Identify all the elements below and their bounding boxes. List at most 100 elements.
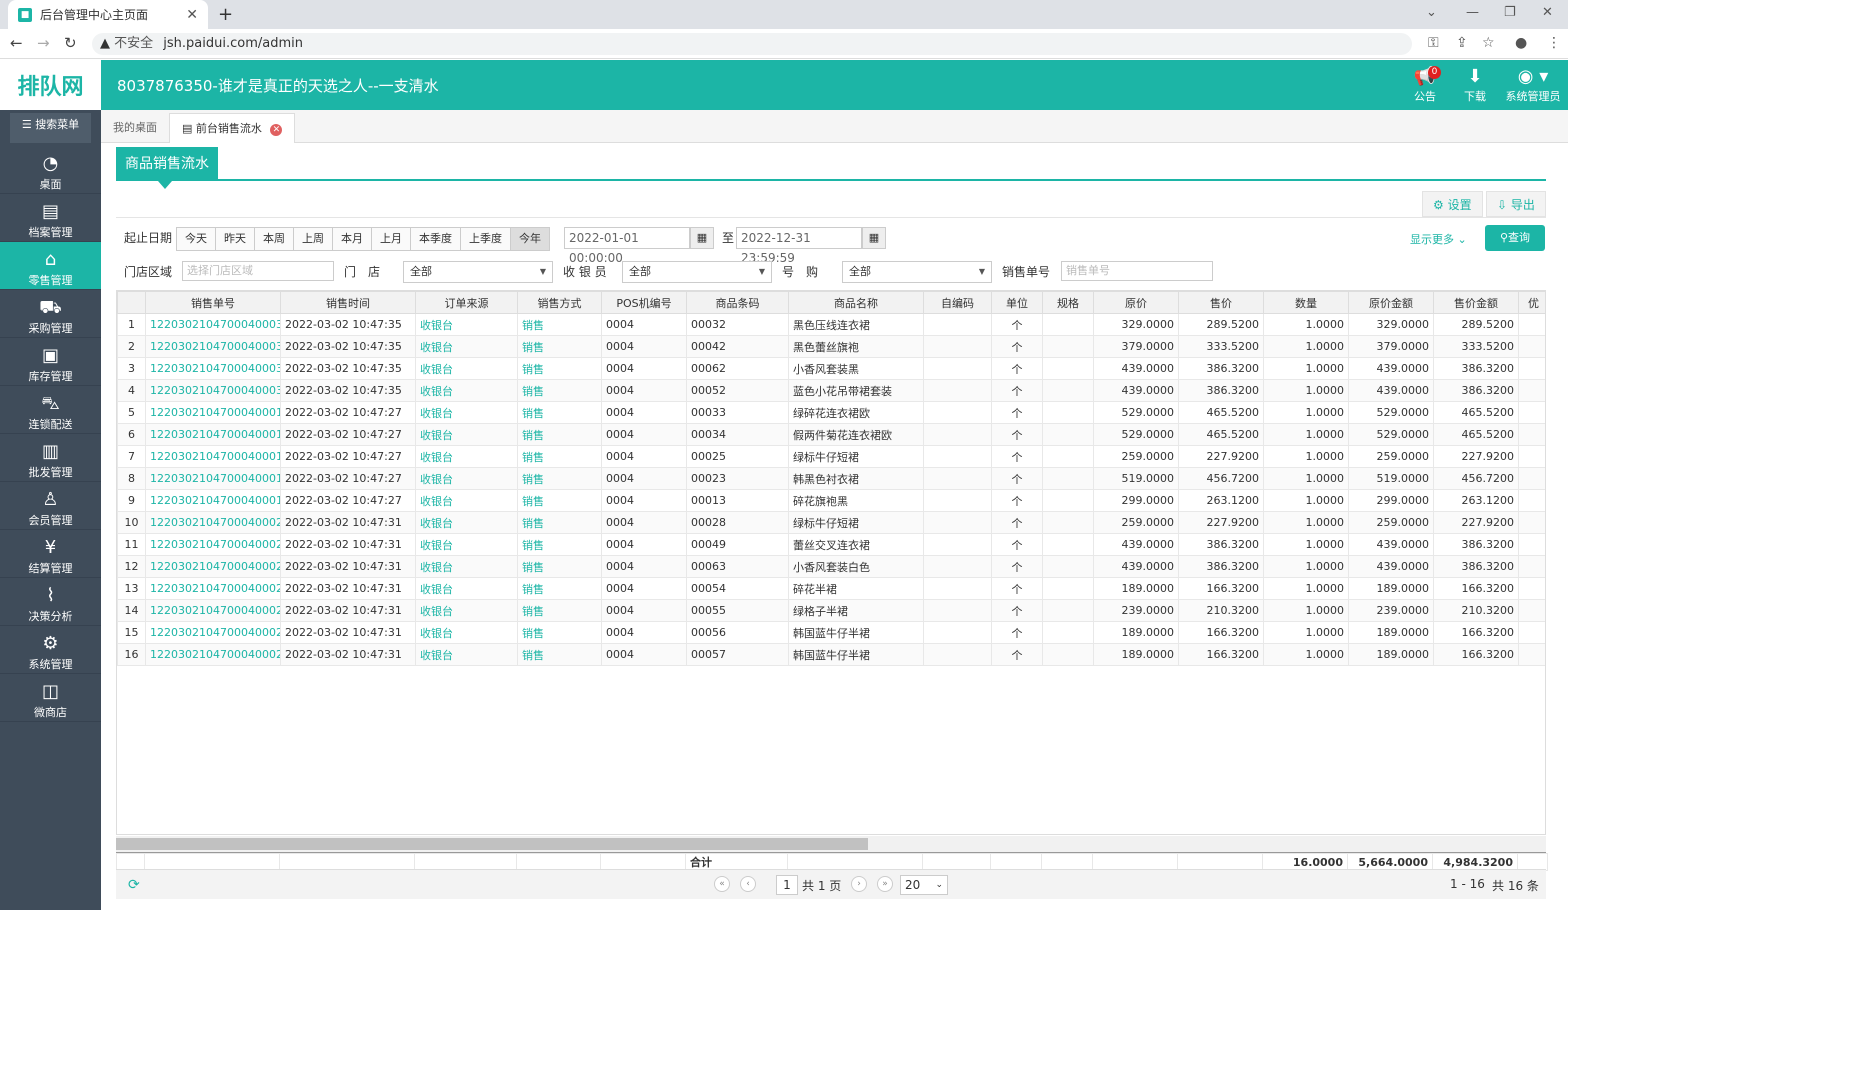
cell-order-no[interactable]: 1220302104700040002 xyxy=(145,511,281,534)
first-page-icon[interactable]: « xyxy=(714,876,730,892)
page-input[interactable]: 1 xyxy=(776,875,798,895)
star-icon[interactable]: ☆ xyxy=(1482,35,1495,51)
cell-sale-method[interactable]: 销售 xyxy=(517,313,602,336)
cell-order-source[interactable]: 收银台 xyxy=(415,401,518,424)
calendar-icon[interactable]: ▦ xyxy=(862,227,886,249)
cell-sale-method[interactable]: 销售 xyxy=(517,401,602,424)
cell-order-source[interactable]: 收银台 xyxy=(415,445,518,468)
column-header-custom-code[interactable]: 自编码 xyxy=(923,291,992,314)
column-header-unit[interactable]: 单位 xyxy=(991,291,1043,314)
settings-button[interactable]: ⚙ 设置 xyxy=(1422,191,1483,217)
cell-sale-method[interactable]: 销售 xyxy=(517,467,602,490)
sidebar-item-analysis[interactable]: ⌇ 决策分析 xyxy=(0,578,101,626)
close-tab-icon[interactable]: ✕ xyxy=(270,124,283,136)
cell-sale-method[interactable]: 销售 xyxy=(517,643,602,666)
cell-sale-method[interactable]: 销售 xyxy=(517,445,602,468)
column-header-spec[interactable]: 规格 xyxy=(1042,291,1094,314)
share-icon[interactable]: ⇪ xyxy=(1456,35,1468,51)
table-row[interactable]: 2 1220302104700040003 2022-03-02 10:47:35 收… xyxy=(117,335,1545,358)
download-button[interactable]: ⬇ 下载 xyxy=(1445,66,1505,104)
key-icon[interactable]: ⚿ xyxy=(1428,35,1439,51)
cell-order-no[interactable]: 1220302104700040002 xyxy=(145,533,281,556)
cell-sale-method[interactable]: 销售 xyxy=(517,511,602,534)
cell-sale-method[interactable]: 销售 xyxy=(517,533,602,556)
table-row[interactable]: 12 1220302104700040002 2022-03-02 10:47:31… xyxy=(117,555,1545,578)
table-row[interactable]: 10 1220302104700040002 2022-03-02 10:47:31… xyxy=(117,511,1545,534)
cell-order-no[interactable]: 1220302104700040001 xyxy=(145,423,281,446)
browser-tab[interactable]: ■ 后台管理中心主页面 ✕ xyxy=(8,0,208,29)
new-tab-icon[interactable]: + xyxy=(218,4,233,25)
column-header-pos-no[interactable]: POS机编号 xyxy=(601,291,687,314)
table-row[interactable]: 3 1220302104700040003 2022-03-02 10:47:35 收… xyxy=(117,357,1545,380)
sidebar-item-desktop[interactable]: ◔ 桌面 xyxy=(0,146,101,194)
column-header-row-number[interactable] xyxy=(117,291,146,314)
table-row[interactable]: 7 1220302104700040001 2022-03-02 10:47:27 收… xyxy=(117,445,1545,468)
sidebar-item-system[interactable]: ⚙ 系统管理 xyxy=(0,626,101,674)
cell-order-source[interactable]: 收银台 xyxy=(415,599,518,622)
cell-order-no[interactable]: 1220302104700040002 xyxy=(145,621,281,644)
cell-order-source[interactable]: 收银台 xyxy=(415,577,518,600)
more-menu-icon[interactable]: ⋮ xyxy=(1547,35,1561,51)
period-last-quarter[interactable]: 上季度 xyxy=(461,228,511,250)
cell-order-source[interactable]: 收银台 xyxy=(415,379,518,402)
cell-order-source[interactable]: 收银台 xyxy=(415,423,518,446)
column-header-barcode[interactable]: 商品条码 xyxy=(686,291,789,314)
cell-order-no[interactable]: 1220302104700040002 xyxy=(145,599,281,622)
column-header-sale-amount[interactable]: 售价金额 xyxy=(1433,291,1519,314)
cell-order-no[interactable]: 1220302104700040001 xyxy=(145,489,281,512)
date-to-input[interactable]: 2022-12-31 23:59:59 xyxy=(736,227,862,265)
period-last-week[interactable]: 上周 xyxy=(294,228,333,250)
purchase-select[interactable]: 全部 ▼ xyxy=(842,261,992,283)
table-row[interactable]: 8 1220302104700040001 2022-03-02 10:47:27 收… xyxy=(117,467,1545,490)
cell-order-source[interactable]: 收银台 xyxy=(415,467,518,490)
sidebar-item-microstore[interactable]: ◫ 微商店 xyxy=(0,674,101,722)
next-page-icon[interactable]: › xyxy=(851,876,867,892)
cell-order-source[interactable]: 收银台 xyxy=(415,555,518,578)
column-header-sale-price[interactable]: 售价 xyxy=(1178,291,1264,314)
tab-sales-flow[interactable]: ▤ 前台销售流水 ✕ xyxy=(169,113,296,143)
query-button[interactable]: ⚲查询 xyxy=(1485,225,1545,251)
cell-sale-method[interactable]: 销售 xyxy=(517,555,602,578)
table-row[interactable]: 13 1220302104700040002 2022-03-02 10:47:31… xyxy=(117,577,1545,600)
table-row[interactable]: 15 1220302104700040002 2022-03-02 10:47:31… xyxy=(117,621,1545,644)
period-this-month[interactable]: 本月 xyxy=(333,228,372,250)
period-this-year[interactable]: 今年 xyxy=(511,228,549,250)
period-last-month[interactable]: 上月 xyxy=(372,228,411,250)
column-header-discount[interactable]: 优 xyxy=(1518,291,1545,314)
cell-order-source[interactable]: 收银台 xyxy=(415,357,518,380)
cell-order-no[interactable]: 1220302104700040003 xyxy=(145,379,281,402)
show-more-link[interactable]: 显示更多 ⌄ xyxy=(1410,231,1467,247)
cell-order-no[interactable]: 1220302104700040001 xyxy=(145,467,281,490)
close-icon[interactable]: ✕ xyxy=(186,7,198,23)
table-row[interactable]: 14 1220302104700040002 2022-03-02 10:47:31… xyxy=(117,599,1545,622)
url-field[interactable]: ▲ 不安全 jsh.paidui.com/admin xyxy=(92,33,1412,55)
sidebar-item-member[interactable]: ♙ 会员管理 xyxy=(0,482,101,530)
table-row[interactable]: 5 1220302104700040001 2022-03-02 10:47:27 收… xyxy=(117,401,1545,424)
cell-order-no[interactable]: 1220302104700040003 xyxy=(145,313,281,336)
chevron-down-icon[interactable]: ⌄ xyxy=(1426,5,1437,20)
back-icon[interactable]: ← xyxy=(10,34,23,52)
sidebar-item-purchase[interactable]: ⛟ 采购管理 xyxy=(0,290,101,338)
tab-my-desktop[interactable]: 我的桌面 xyxy=(101,113,169,143)
column-header-original-price[interactable]: 原价 xyxy=(1093,291,1179,314)
cashier-select[interactable]: 全部 ▼ xyxy=(622,261,772,283)
search-menu-button[interactable]: ☰ 搜索菜单 xyxy=(10,113,91,143)
table-row[interactable]: 11 1220302104700040002 2022-03-02 10:47:31… xyxy=(117,533,1545,556)
reload-icon[interactable]: ↻ xyxy=(64,34,77,52)
cell-order-no[interactable]: 1220302104700040001 xyxy=(145,401,281,424)
date-from-input[interactable]: 2022-01-01 00:00:00 xyxy=(564,227,690,265)
refresh-icon[interactable]: ⟳ xyxy=(128,877,140,893)
table-row[interactable]: 9 1220302104700040001 2022-03-02 10:47:27 收… xyxy=(117,489,1545,512)
store-select[interactable]: 全部 ▼ xyxy=(403,261,553,283)
cell-order-source[interactable]: 收银台 xyxy=(415,313,518,336)
cell-sale-method[interactable]: 销售 xyxy=(517,577,602,600)
window-close-icon[interactable]: ✕ xyxy=(1542,5,1553,20)
area-input[interactable]: 选择门店区域 xyxy=(182,261,334,281)
sidebar-item-settlement[interactable]: ¥ 结算管理 xyxy=(0,530,101,578)
table-row[interactable]: 1 1220302104700040003 2022-03-02 10:47:35 收… xyxy=(117,313,1545,336)
cell-order-no[interactable]: 1220302104700040001 xyxy=(145,445,281,468)
scrollbar-thumb[interactable] xyxy=(116,838,868,850)
column-header-product-name[interactable]: 商品名称 xyxy=(788,291,924,314)
cell-sale-method[interactable]: 销售 xyxy=(517,357,602,380)
cell-order-no[interactable]: 1220302104700040003 xyxy=(145,335,281,358)
